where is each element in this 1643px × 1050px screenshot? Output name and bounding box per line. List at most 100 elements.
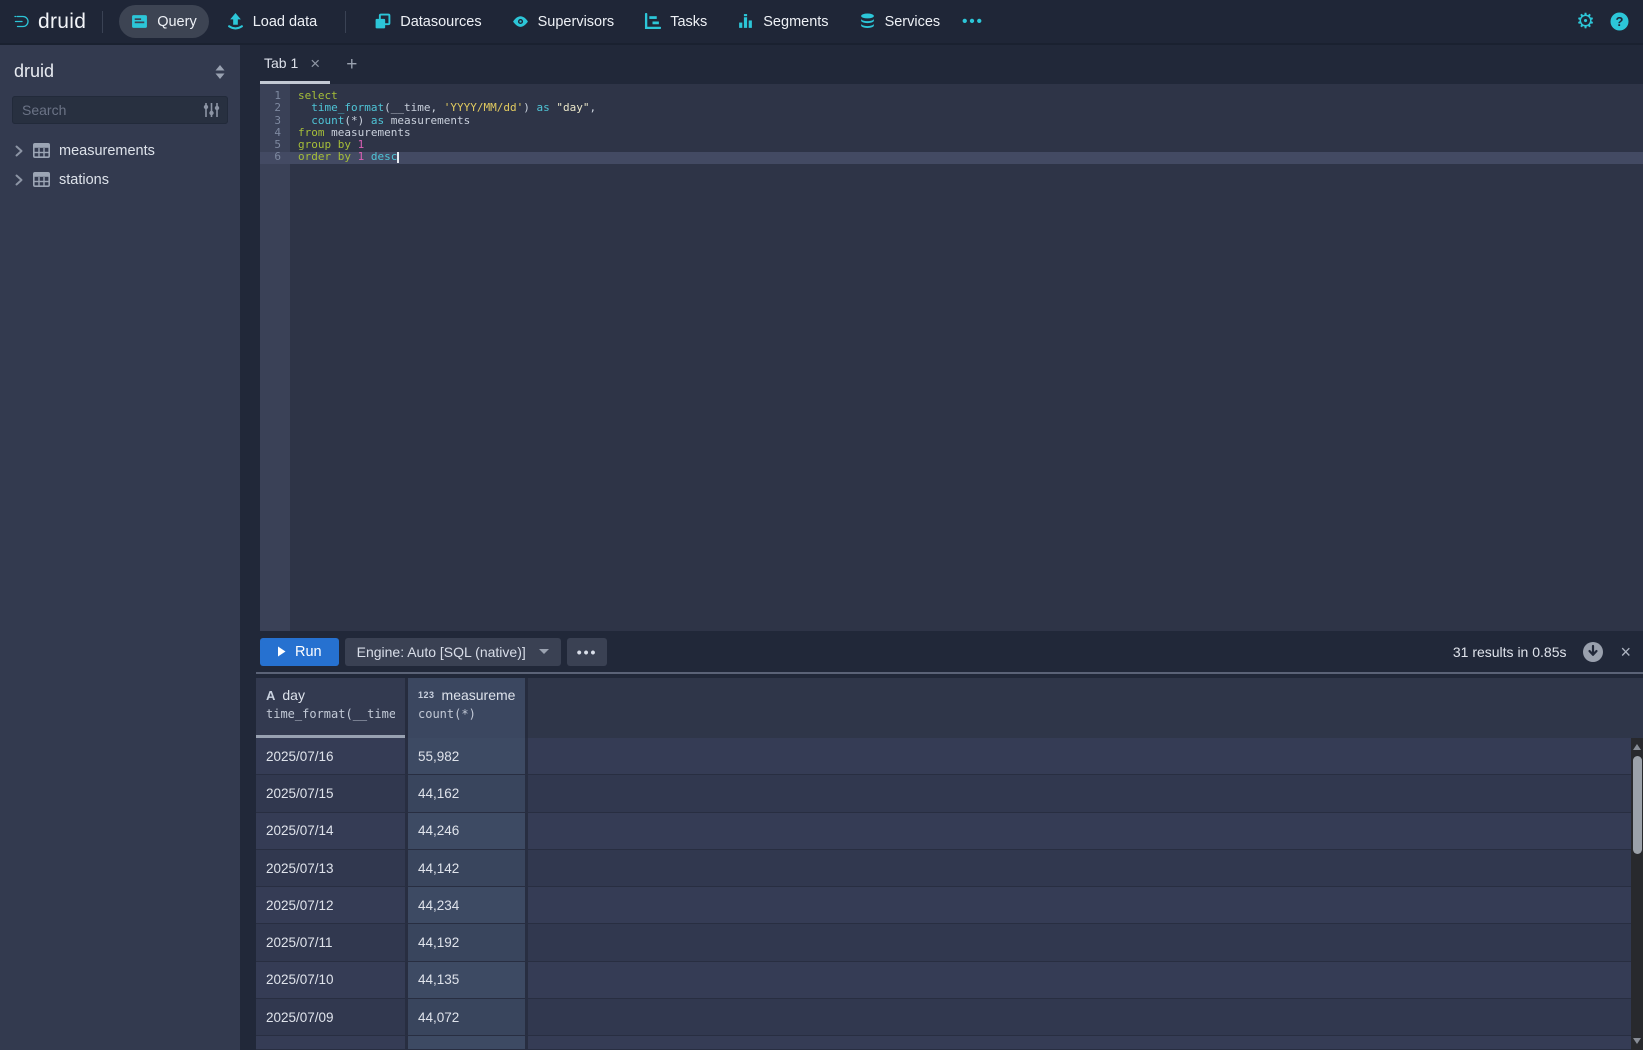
table-cell (408, 1036, 528, 1050)
run-more-button[interactable]: ••• (567, 638, 608, 666)
table-cell[interactable]: 44,142 (408, 850, 528, 887)
results-scrollbar[interactable] (1631, 738, 1643, 1050)
table-cell[interactable]: 2025/07/09 (256, 999, 408, 1036)
table-row: 2025/07/1044,135 (256, 962, 1643, 999)
nav-item-query[interactable]: Query (119, 5, 209, 38)
download-icon[interactable] (1582, 641, 1604, 663)
table-row-partial (256, 1036, 1643, 1050)
results-table: A day time_format(__time,… 123 measureme… (256, 678, 1643, 1050)
svg-text:?: ? (1616, 14, 1624, 29)
table-cell[interactable]: 55,982 (408, 738, 528, 775)
code-line[interactable]: 4from measurements (260, 127, 1643, 139)
scroll-down-arrow-icon[interactable] (1633, 1038, 1641, 1044)
code-line[interactable]: 5group by 1 (260, 139, 1643, 151)
table-cell[interactable]: 2025/07/12 (256, 887, 408, 924)
help-icon[interactable]: ? (1610, 12, 1629, 31)
table-cell[interactable]: 2025/07/11 (256, 924, 408, 961)
nav-item-label: Supervisors (538, 14, 615, 30)
tasks-icon (644, 13, 661, 30)
sql-editor[interactable]: 1select2 time_format(__time, 'YYYY/MM/dd… (248, 84, 1643, 631)
code-line[interactable]: 3 count(*) as measurements (260, 115, 1643, 127)
filter-sliders-icon[interactable] (203, 102, 220, 118)
table-row: 2025/07/0944,072 (256, 999, 1643, 1036)
table-row: 2025/07/1144,192 (256, 924, 1643, 961)
load-data-icon (227, 13, 244, 30)
nav-item-label: Query (157, 14, 197, 30)
results-status: 31 results in 0.85s (1453, 644, 1567, 660)
druid-logo-icon (14, 13, 31, 30)
row-filler (528, 924, 1643, 961)
chevron-right-icon (14, 145, 24, 157)
run-button[interactable]: Run (260, 638, 339, 666)
table-cell[interactable]: 2025/07/15 (256, 775, 408, 812)
table-icon (33, 172, 50, 187)
column-expression: time_format(__time,… (266, 707, 395, 721)
tree-item-stations[interactable]: stations (0, 165, 240, 194)
table-cell[interactable]: 44,234 (408, 887, 528, 924)
tree-item-measurements[interactable]: measurements (0, 136, 240, 165)
tab-tab1[interactable]: Tab 1 × (260, 45, 330, 84)
settings-gear-icon[interactable]: ⚙ (1576, 11, 1595, 32)
table-cell[interactable]: 44,192 (408, 924, 528, 961)
query-icon (131, 13, 148, 30)
table-cell (256, 1036, 408, 1050)
query-view: Tab 1 × + 1select2 time_format(__time, '… (248, 45, 1643, 1050)
nav-item-segments[interactable]: Segments (725, 5, 840, 38)
table-cell[interactable]: 2025/07/10 (256, 962, 408, 999)
code-lines[interactable]: 1select2 time_format(__time, 'YYYY/MM/dd… (260, 90, 1643, 164)
row-filler (528, 775, 1643, 812)
line-number: 6 (260, 151, 290, 163)
table-row: 2025/07/1444,246 (256, 813, 1643, 850)
table-cell[interactable]: 2025/07/16 (256, 738, 408, 775)
nav-item-label: Datasources (400, 14, 481, 30)
nav-item-services[interactable]: Services (847, 5, 953, 38)
line-number: 2 (260, 102, 290, 114)
row-filler (528, 887, 1643, 924)
table-cell[interactable]: 44,135 (408, 962, 528, 999)
nav-item-datasources[interactable]: Datasources (362, 5, 493, 38)
nav-item-supervisors[interactable]: Supervisors (500, 5, 627, 38)
chevron-right-icon (14, 174, 24, 186)
column-name: day (282, 687, 305, 703)
results-header: A day time_format(__time,… 123 measureme… (256, 678, 1643, 738)
sort-indicator (256, 735, 405, 738)
search-input[interactable] (12, 96, 228, 124)
nav-item-label: Load data (253, 14, 318, 30)
tab-close-icon[interactable]: × (310, 55, 320, 72)
services-icon (859, 13, 876, 30)
code-line[interactable]: 6order by 1 desc (260, 151, 1643, 163)
run-button-label: Run (295, 644, 322, 660)
column-header-measurements[interactable]: 123 measureme… count(*) (408, 678, 528, 738)
text-cursor (397, 152, 399, 163)
table-cell[interactable]: 2025/07/13 (256, 850, 408, 887)
close-results-icon[interactable]: × (1620, 643, 1631, 661)
table-cell[interactable]: 44,246 (408, 813, 528, 850)
scroll-up-arrow-icon[interactable] (1633, 744, 1641, 750)
results-splitter[interactable] (256, 672, 1643, 674)
top-navbar: druid Query Load data Datasources Superv… (0, 0, 1643, 45)
tab-bar: Tab 1 × + (248, 45, 1643, 84)
header-filler (528, 678, 1643, 738)
table-cell[interactable]: 2025/07/14 (256, 813, 408, 850)
double-caret-sort-icon[interactable] (214, 64, 226, 80)
nav-item-load-data[interactable]: Load data (215, 5, 330, 38)
scrollbar-thumb[interactable] (1633, 756, 1642, 854)
table-row: 2025/07/1244,234 (256, 887, 1643, 924)
caret-down-icon (539, 649, 549, 654)
logo-text: druid (38, 10, 86, 34)
engine-dropdown[interactable]: Engine: Auto [SQL (native)] (345, 638, 561, 666)
navbar-more-button[interactable]: ••• (952, 13, 994, 30)
results-body: 2025/07/1655,9822025/07/1544,1622025/07/… (256, 738, 1643, 1050)
tab-label: Tab 1 (264, 55, 298, 71)
schema-title: druid (14, 61, 54, 82)
tree-item-label: stations (59, 172, 109, 188)
column-header-day[interactable]: A day time_format(__time,… (256, 678, 408, 738)
table-icon (33, 143, 50, 158)
add-tab-button[interactable]: + (346, 55, 357, 74)
navbar-divider (345, 11, 346, 33)
row-filler (528, 738, 1643, 775)
table-cell[interactable]: 44,072 (408, 999, 528, 1036)
nav-item-tasks[interactable]: Tasks (632, 5, 719, 38)
table-cell[interactable]: 44,162 (408, 775, 528, 812)
druid-logo[interactable]: druid (14, 10, 86, 34)
